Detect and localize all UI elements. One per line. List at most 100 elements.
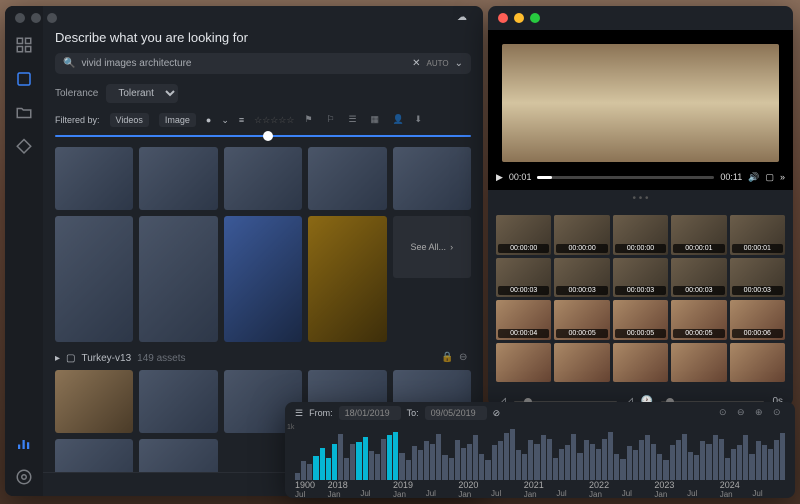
chart-bar[interactable]: [363, 437, 368, 480]
frame-thumb[interactable]: [613, 343, 668, 383]
seek-bar[interactable]: [537, 176, 714, 179]
auto-toggle[interactable]: AUTO: [427, 59, 449, 68]
lock-icon[interactable]: 🔒: [441, 352, 453, 364]
chart-bar[interactable]: [627, 446, 632, 480]
chart-bar[interactable]: [565, 445, 570, 480]
chart-bar[interactable]: [301, 461, 306, 480]
frame-thumb[interactable]: [554, 343, 609, 383]
flag-icon[interactable]: ⚑: [305, 114, 317, 126]
chart-bar[interactable]: [449, 458, 454, 480]
expand-icon[interactable]: ▸: [55, 353, 60, 364]
chart-bar[interactable]: [682, 434, 687, 480]
video-player[interactable]: ▶ 00:01 00:11 🔊 ▢ »: [488, 30, 793, 190]
zoom-reset-icon[interactable]: ⊙: [773, 407, 785, 419]
chart-bar[interactable]: [590, 444, 595, 480]
chart-bar[interactable]: [577, 453, 582, 480]
chart-bar[interactable]: [418, 450, 423, 480]
result-thumb[interactable]: [55, 439, 133, 472]
clear-date-icon[interactable]: ⊘: [493, 408, 501, 419]
frame-thumb[interactable]: 00:00:05: [554, 300, 609, 340]
download-icon[interactable]: ⬇: [415, 114, 427, 126]
chart-bar[interactable]: [768, 449, 773, 480]
chart-bar[interactable]: [436, 434, 441, 480]
chevron-down-icon[interactable]: ⌄: [221, 115, 229, 126]
sort-icon[interactable]: ≡: [239, 115, 244, 125]
chart-bar[interactable]: [528, 440, 533, 480]
traffic-close[interactable]: [498, 13, 508, 23]
chart-bar[interactable]: [657, 454, 662, 480]
chart-bar[interactable]: [731, 449, 736, 480]
chart-bar[interactable]: [455, 440, 460, 480]
frame-thumb[interactable]: 00:00:03: [496, 258, 551, 298]
chart-bar[interactable]: [743, 435, 748, 480]
more-icon[interactable]: »: [780, 172, 785, 182]
chart-bar[interactable]: [559, 449, 564, 480]
chart-bar[interactable]: [510, 429, 515, 480]
result-thumb[interactable]: [139, 147, 217, 210]
clear-icon[interactable]: ✕: [412, 58, 420, 69]
chart-bar[interactable]: [571, 434, 576, 480]
from-date-input[interactable]: [339, 406, 401, 420]
timeline-chart[interactable]: 1k: [285, 424, 795, 480]
chart-bar[interactable]: [399, 453, 404, 480]
chart-bar[interactable]: [639, 440, 644, 480]
result-thumb[interactable]: [308, 216, 386, 342]
traffic-close[interactable]: [15, 13, 25, 23]
frame-thumb[interactable]: 00:00:00: [496, 215, 551, 255]
tolerance-select[interactable]: Tolerant: [106, 84, 178, 103]
cloud-icon[interactable]: ☁: [457, 12, 471, 26]
chart-bar[interactable]: [737, 445, 742, 480]
result-thumb[interactable]: [224, 147, 302, 210]
chart-bar[interactable]: [344, 458, 349, 480]
chart-bar[interactable]: [749, 454, 754, 480]
filter-videos[interactable]: Videos: [110, 113, 149, 127]
chart-bar[interactable]: [633, 450, 638, 480]
chart-bar[interactable]: [387, 435, 392, 480]
chart-bar[interactable]: [485, 460, 490, 480]
chart-bar[interactable]: [780, 433, 785, 480]
chart-bar[interactable]: [541, 435, 546, 480]
grid-icon[interactable]: [15, 36, 33, 54]
chart-bar[interactable]: [614, 454, 619, 480]
stats-icon[interactable]: [15, 434, 33, 452]
chart-bar[interactable]: [313, 456, 318, 480]
chart-bar[interactable]: [762, 445, 767, 480]
airplay-icon[interactable]: ▢: [765, 172, 774, 183]
chart-bar[interactable]: [706, 444, 711, 480]
frame-thumb[interactable]: 00:00:03: [671, 258, 726, 298]
zoom-fit-icon[interactable]: ⊙: [719, 407, 731, 419]
chart-bar[interactable]: [774, 440, 779, 480]
chart-bar[interactable]: [295, 473, 300, 480]
folder-icon[interactable]: [15, 104, 33, 122]
flag-outline-icon[interactable]: ⚐: [327, 114, 339, 126]
chart-bar[interactable]: [461, 448, 466, 480]
chart-bar[interactable]: [584, 440, 589, 480]
chevron-down-icon[interactable]: ⌄: [455, 58, 463, 69]
chart-bar[interactable]: [522, 454, 527, 480]
person-icon[interactable]: 👤: [393, 114, 405, 126]
result-thumb[interactable]: [139, 216, 217, 342]
result-thumb[interactable]: [139, 370, 217, 433]
chart-bar[interactable]: [467, 444, 472, 480]
chart-bar[interactable]: [534, 444, 539, 480]
zoom-out-icon[interactable]: ⊖: [737, 407, 749, 419]
chart-bar[interactable]: [676, 440, 681, 480]
chart-bar[interactable]: [320, 448, 325, 480]
frame-thumb[interactable]: 00:00:03: [730, 258, 785, 298]
chart-bar[interactable]: [473, 435, 478, 480]
tag-icon[interactable]: [15, 138, 33, 156]
frame-thumb[interactable]: [496, 343, 551, 383]
chart-bar[interactable]: [307, 464, 312, 480]
color-dot-icon[interactable]: ●: [206, 115, 211, 125]
chart-bar[interactable]: [369, 451, 374, 480]
frame-thumb[interactable]: 00:00:05: [671, 300, 726, 340]
result-thumb[interactable]: [55, 370, 133, 433]
volume-icon[interactable]: 🔊: [748, 172, 759, 183]
minus-icon[interactable]: ⊖: [459, 352, 471, 364]
chart-bar[interactable]: [350, 444, 355, 480]
chart-bar[interactable]: [356, 442, 361, 480]
frame-thumb[interactable]: 00:00:03: [613, 258, 668, 298]
result-thumb[interactable]: [393, 147, 471, 210]
chart-bar[interactable]: [688, 452, 693, 480]
chart-bar[interactable]: [393, 432, 398, 480]
